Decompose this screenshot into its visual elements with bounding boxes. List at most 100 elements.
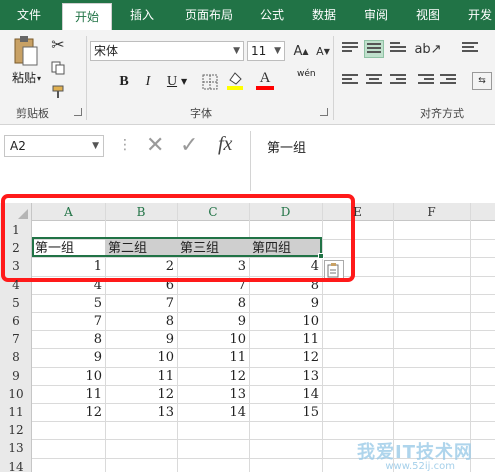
paste-label: 粘贴 <box>12 71 37 85</box>
column-header[interactable]: B <box>105 203 177 221</box>
data-cell[interactable]: 13 <box>177 386 249 404</box>
ribbon: 粘贴 ▾ ✂ 剪贴板 宋体 ▼ 11 ▼ A ▲ A ▼ B I U ▼ A wén… <box>0 30 495 125</box>
underline-button[interactable]: U <box>162 72 182 92</box>
orientation-icon[interactable]: ab↗ <box>414 40 441 58</box>
tab-page-layout[interactable]: 页面布局 <box>172 0 246 30</box>
wrap-text-icon[interactable] <box>462 42 478 56</box>
column-header[interactable]: C <box>177 203 249 221</box>
row-header[interactable]: 7 <box>0 330 32 348</box>
font-group-label: 字体 <box>190 107 212 120</box>
data-cell[interactable]: 14 <box>177 404 249 422</box>
align-right-icon[interactable] <box>390 74 406 88</box>
data-cell[interactable]: 11 <box>32 386 105 404</box>
row-header[interactable]: 13 <box>0 439 32 457</box>
border-icon[interactable] <box>201 74 219 90</box>
data-cell[interactable]: 10 <box>105 349 177 367</box>
formula-input[interactable]: 第一组 <box>250 131 495 191</box>
decrease-indent-icon[interactable] <box>418 74 434 88</box>
data-cell[interactable]: 12 <box>32 404 105 422</box>
data-cell[interactable]: 7 <box>105 295 177 313</box>
align-top-icon[interactable] <box>342 42 358 56</box>
data-cell[interactable]: 10 <box>249 313 322 331</box>
data-cell[interactable]: 10 <box>32 368 105 386</box>
row-header[interactable]: 10 <box>0 385 32 403</box>
align-center-icon[interactable] <box>366 74 382 88</box>
cancel-icon[interactable]: ✕ <box>146 133 164 158</box>
data-cell[interactable]: 12 <box>249 349 322 367</box>
paste-dropdown-icon[interactable]: ▾ <box>37 74 41 83</box>
phonetic-icon[interactable]: wén <box>297 69 316 79</box>
data-cell[interactable]: 8 <box>32 331 105 349</box>
paste-button[interactable] <box>10 34 42 68</box>
font-size-select[interactable]: 11 ▼ <box>247 41 285 61</box>
increase-indent-icon[interactable] <box>440 74 456 88</box>
row-header[interactable]: 4 <box>0 276 32 294</box>
data-cell[interactable]: 11 <box>249 331 322 349</box>
bold-button[interactable]: B <box>114 72 134 92</box>
tab-developer[interactable]: 开发 <box>458 0 495 30</box>
align-bottom-icon[interactable] <box>390 42 406 56</box>
data-cell[interactable]: 15 <box>249 404 322 422</box>
fill-color-icon[interactable] <box>226 70 244 90</box>
tab-file[interactable]: 文件 <box>0 0 58 30</box>
column-header[interactable]: D <box>249 203 322 221</box>
decrease-font-icon[interactable]: A ▼ <box>314 41 332 61</box>
column-header[interactable]: F <box>393 203 470 221</box>
worksheet-grid[interactable]: 第一组 第二组 第三组 第四组 1 2 3 4 4 6 7 8 5 7 8 9 7 8 9 10 8 9 10 11 9 10 11… <box>0 194 495 472</box>
font-name-select[interactable]: 宋体 ▼ <box>90 41 244 61</box>
clipboard-launcher-icon[interactable] <box>74 108 82 116</box>
row-header[interactable]: 3 <box>0 257 32 275</box>
data-cell[interactable]: 13 <box>105 404 177 422</box>
data-cell[interactable]: 9 <box>177 313 249 331</box>
confirm-icon[interactable]: ✓ <box>180 133 198 158</box>
name-box-value: A2 <box>10 139 26 153</box>
data-cell[interactable]: 8 <box>105 313 177 331</box>
data-cell[interactable]: 9 <box>32 349 105 367</box>
data-cell[interactable]: 14 <box>249 386 322 404</box>
tab-data[interactable]: 数据 <box>302 0 346 30</box>
increase-font-icon[interactable]: A ▲ <box>292 41 310 61</box>
row-header[interactable]: 1 <box>0 221 32 239</box>
align-left-icon[interactable] <box>342 74 358 88</box>
data-cell[interactable]: 9 <box>105 331 177 349</box>
data-cell[interactable]: 7 <box>32 313 105 331</box>
tab-home[interactable]: 开始 <box>62 3 112 30</box>
copy-icon[interactable] <box>48 58 68 78</box>
paste-icon <box>14 36 38 66</box>
row-header[interactable]: 14 <box>0 458 32 472</box>
row-header[interactable]: 9 <box>0 367 32 385</box>
tab-formulas[interactable]: 公式 <box>250 0 294 30</box>
cut-icon[interactable]: ✂ <box>48 34 68 54</box>
data-cell[interactable]: 8 <box>177 295 249 313</box>
tab-review[interactable]: 审阅 <box>354 0 398 30</box>
insert-function-icon[interactable]: fx <box>218 133 232 156</box>
data-cell[interactable]: 11 <box>105 368 177 386</box>
data-cell[interactable]: 12 <box>105 386 177 404</box>
row-header[interactable]: 2 <box>0 239 32 257</box>
row-header[interactable]: 11 <box>0 403 32 421</box>
watermark-url: www.52ij.com <box>385 461 455 472</box>
formula-bar: A2 ▼ ⋮ ✕ ✓ fx 第一组 <box>0 131 495 191</box>
merge-center-icon[interactable]: ⇆ <box>472 72 492 90</box>
data-cell[interactable]: 9 <box>249 295 322 313</box>
tab-insert[interactable]: 插入 <box>118 0 166 30</box>
row-header[interactable]: 8 <box>0 348 32 366</box>
data-cell[interactable]: 10 <box>177 331 249 349</box>
column-header[interactable]: E <box>322 203 393 221</box>
tab-view[interactable]: 视图 <box>406 0 450 30</box>
column-header[interactable]: A <box>32 203 105 221</box>
italic-button[interactable]: I <box>138 72 158 92</box>
data-cell[interactable]: 13 <box>249 368 322 386</box>
font-color-icon[interactable]: A <box>256 70 274 90</box>
name-box[interactable]: A2 ▼ <box>4 135 104 157</box>
row-header[interactable]: 6 <box>0 312 32 330</box>
data-cell[interactable]: 5 <box>32 295 105 313</box>
row-header[interactable]: 5 <box>0 294 32 312</box>
underline-dropdown-icon[interactable]: ▼ <box>181 77 187 86</box>
data-cell[interactable]: 11 <box>177 349 249 367</box>
data-cell[interactable]: 12 <box>177 368 249 386</box>
font-launcher-icon[interactable] <box>320 108 328 116</box>
align-middle-icon[interactable] <box>364 40 384 58</box>
format-painter-icon[interactable] <box>48 82 68 102</box>
row-header[interactable]: 12 <box>0 421 32 439</box>
